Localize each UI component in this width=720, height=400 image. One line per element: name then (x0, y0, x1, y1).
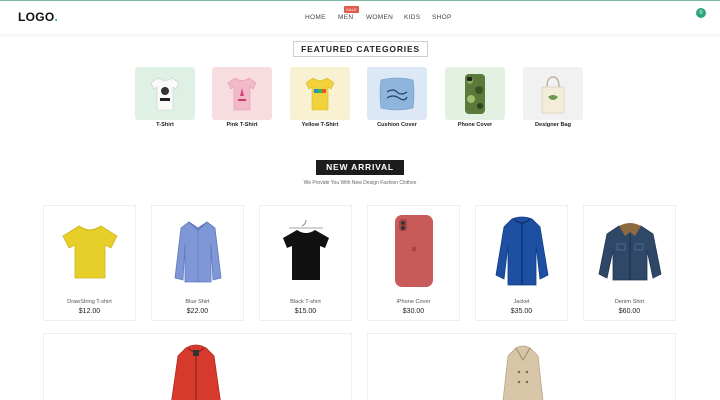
category-image (135, 67, 195, 120)
product-price: $60.00 (618, 308, 641, 315)
product-card-drawstring-tshirt[interactable]: DrawString T-shirt $12.00 (43, 205, 136, 321)
nav-kids[interactable]: KIDS (404, 14, 420, 21)
product-card-trench-coat[interactable] (367, 333, 676, 400)
yellow-tshirt-icon (305, 77, 335, 110)
category-image (445, 67, 505, 120)
tote-bag-icon (541, 75, 565, 113)
red-jacket-image (171, 344, 221, 400)
new-arrival-subtitle: We Provide You With New Design Fashion C… (303, 180, 417, 186)
product-image (152, 210, 243, 292)
category-phone-cover[interactable]: Phone Cover (445, 67, 505, 128)
category-label: Phone Cover (457, 122, 493, 128)
product-card-denim-shirt[interactable]: Denim Shirt $60.00 (583, 205, 676, 321)
product-image (476, 210, 567, 292)
new-arrival-title: NEW ARRIVAL (316, 160, 404, 175)
tshirt-icon (150, 77, 180, 110)
product-image (368, 210, 459, 292)
category-label: T-Shirt (156, 122, 174, 128)
black-tshirt-image (282, 219, 329, 280)
nav-shop[interactable]: SHOP (432, 14, 452, 21)
nav-home[interactable]: HOME (305, 14, 326, 21)
product-card-black-tshirt[interactable]: Black T-shirt $15.00 (259, 205, 352, 321)
trench-coat-image (502, 345, 544, 400)
pink-tshirt-icon (227, 77, 257, 110)
product-name: iPhone Cover (396, 299, 431, 305)
denim-jacket-image (598, 223, 661, 281)
blue-jacket-image (495, 216, 548, 286)
category-pink-tshirt[interactable]: Pink T-Shirt (212, 67, 272, 128)
category-tshirt[interactable]: T-Shirt (135, 67, 195, 128)
product-image (584, 210, 675, 292)
product-card-iphone-cover[interactable]: iPhone Cover $30.00 (367, 205, 460, 321)
site-header: LOGO. HOME MEN WOMEN KIDS SHOP SALE 0 (0, 0, 720, 34)
product-price: $30.00 (402, 308, 425, 315)
product-name: Denim Shirt (614, 299, 645, 305)
blue-shirt-image (174, 221, 221, 283)
category-image (523, 67, 583, 120)
product-card-jacket[interactable]: Jacket $35.00 (475, 205, 568, 321)
nav-women[interactable]: WOMEN (366, 14, 393, 21)
cart-count-badge[interactable]: 0 (696, 8, 706, 18)
category-image (212, 67, 272, 120)
category-image (367, 67, 427, 120)
product-card-blue-shirt[interactable]: Blue Shirt $22.00 (151, 205, 244, 321)
category-label: Cushion Cover (377, 122, 417, 128)
cushion-icon (379, 77, 415, 110)
product-name: DrawString T-shirt (67, 299, 112, 305)
category-label: Pink T-Shirt (226, 122, 258, 128)
product-image (260, 210, 351, 292)
category-image (290, 67, 350, 120)
product-price: $15.00 (294, 308, 317, 315)
category-label: Yellow T-Shirt (301, 122, 339, 128)
iphone-cover-image (394, 215, 433, 287)
product-card-red-jacket[interactable] (43, 333, 352, 400)
product-name: Jacket (513, 299, 530, 305)
product-price: $35.00 (510, 308, 533, 315)
nav-men[interactable]: MEN (338, 14, 353, 21)
product-name: Blue Shirt (185, 299, 210, 305)
product-price: $12.00 (78, 308, 101, 315)
main-nav: HOME MEN WOMEN KIDS SHOP (0, 14, 720, 26)
category-label: Designer Bag (534, 122, 572, 128)
product-image (44, 210, 135, 292)
sale-badge: SALE (344, 6, 360, 13)
featured-categories-title: FEATURED CATEGORIES (293, 41, 428, 57)
category-designer-bag[interactable]: Designer Bag (523, 67, 583, 128)
phone-cover-icon (465, 73, 485, 114)
product-price: $22.00 (186, 308, 209, 315)
yellow-tshirt-image (61, 225, 118, 279)
category-cushion-cover[interactable]: Cushion Cover (367, 67, 427, 128)
product-name: Black T-shirt (290, 299, 321, 305)
category-yellow-tshirt[interactable]: Yellow T-Shirt (290, 67, 350, 128)
